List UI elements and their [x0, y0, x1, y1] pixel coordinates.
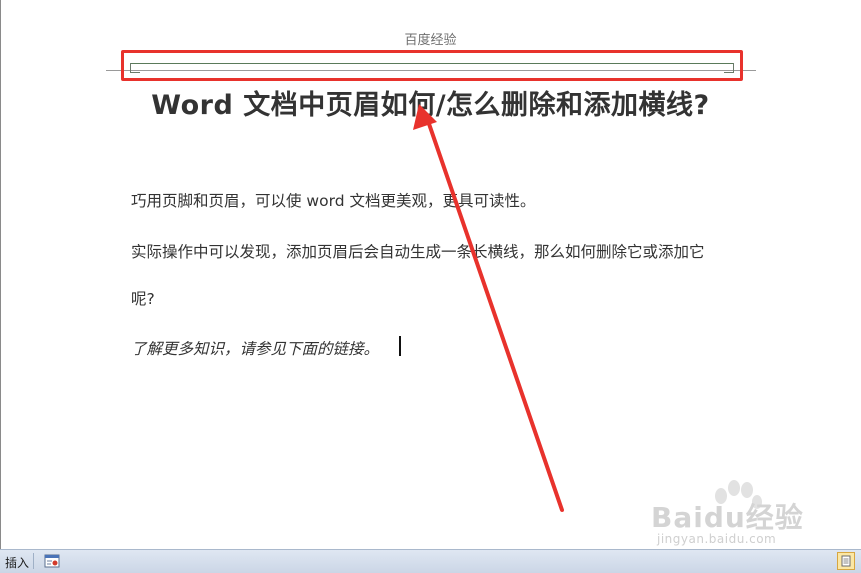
- watermark-logo: Baidu经验: [651, 501, 804, 534]
- print-layout-view-icon[interactable]: [837, 552, 855, 570]
- status-separator: [33, 553, 34, 569]
- word-window: 百度经验 Word 文档中页眉如何/怎么删除和添加横线? 巧用页脚和页眉，可以使…: [0, 0, 861, 573]
- insert-mode-indicator[interactable]: 插入: [5, 554, 29, 571]
- macro-record-icon[interactable]: [44, 554, 60, 568]
- status-bar: 插入: [0, 549, 861, 573]
- baidu-watermark: Baidu经验 jingyan.baidu.com: [651, 478, 851, 548]
- page-view-glyph-icon: [841, 555, 851, 567]
- watermark-url: jingyan.baidu.com: [657, 532, 777, 546]
